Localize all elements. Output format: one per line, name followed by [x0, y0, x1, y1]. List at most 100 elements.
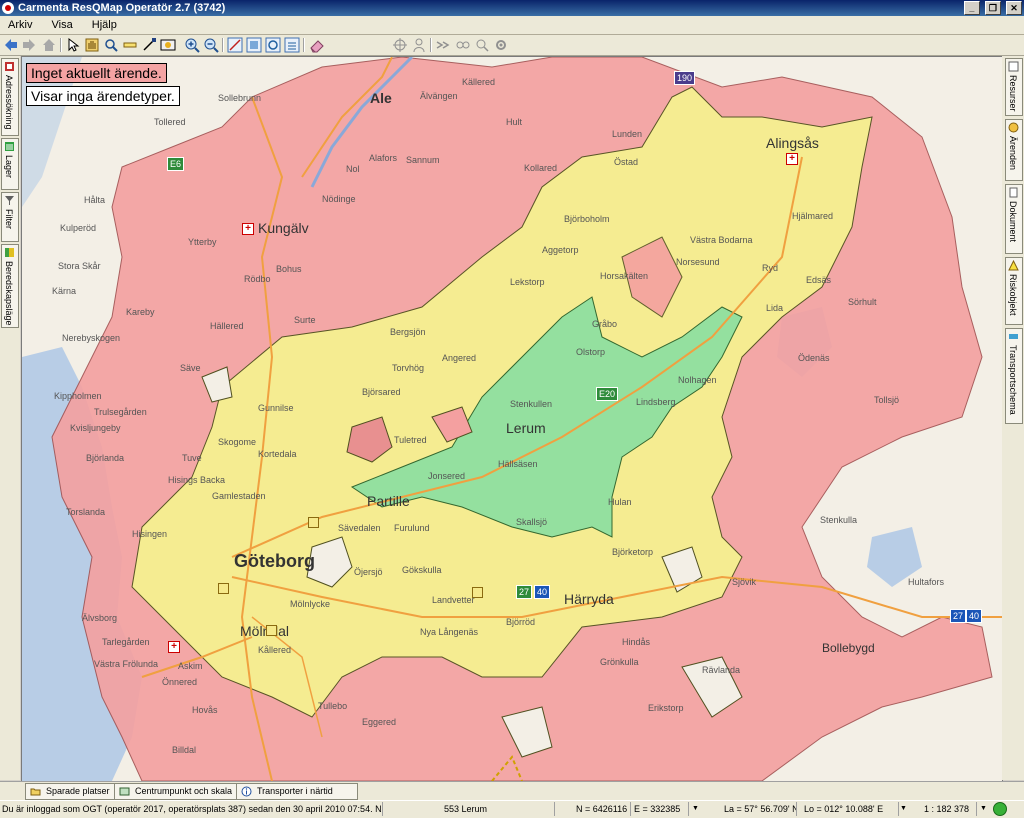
zoom-area-icon[interactable]	[103, 37, 119, 53]
place-label: Hult	[506, 117, 523, 127]
close-icon[interactable]: ✕	[1006, 1, 1022, 15]
place-label: Hålta	[84, 195, 106, 205]
tab-filter[interactable]: Filter	[1, 192, 19, 242]
resource-search-icon[interactable]	[474, 37, 490, 53]
layers-icon	[5, 142, 14, 151]
tab-risk-objects[interactable]: Riskobjekt	[1005, 257, 1023, 325]
restore-icon[interactable]: ❐	[984, 1, 1001, 15]
place-label: Stenkullen	[510, 399, 553, 409]
settings-icon[interactable]	[493, 37, 509, 53]
place-label: Gråbo	[592, 319, 618, 329]
hospital-icon[interactable]: +	[242, 223, 254, 235]
city-label-partille: Partille	[367, 493, 410, 509]
tab-center-and-scale[interactable]: Centrumpunkt och skala	[114, 783, 248, 800]
route-icon[interactable]	[435, 37, 451, 53]
place-label: Sjövik	[732, 577, 757, 587]
place-label: Trulsegården	[94, 407, 147, 417]
tab-filter-label: Filter	[4, 209, 14, 229]
menu-arkiv[interactable]: Arkiv	[0, 16, 40, 34]
place-label: Surte	[294, 315, 316, 325]
road-shield-icon: 40	[534, 585, 551, 599]
place-label: Hjälmared	[792, 211, 834, 221]
resources-icon	[1008, 61, 1019, 72]
person-search-icon[interactable]	[411, 37, 427, 53]
zoom-in-icon[interactable]	[184, 37, 200, 53]
rescue-station-icon[interactable]	[472, 587, 483, 598]
tab-preparedness[interactable]: Beredskapsläge	[1, 244, 19, 328]
right-panel-tabs: Resurser Ärenden Dokument Riskobjekt Tra…	[1002, 56, 1024, 780]
place-label: Kvisljungeby	[70, 423, 121, 433]
place-label: Furulund	[394, 523, 430, 533]
place-label: Horsakälten	[600, 271, 649, 281]
tab-documents[interactable]: Dokument	[1005, 184, 1023, 254]
city-label-alingsas: Alingsås	[766, 135, 819, 151]
transport-icon	[1009, 334, 1018, 339]
map-canvas[interactable]: Inget aktuellt ärende. Visar inga ärende…	[21, 56, 1003, 782]
pointer-icon[interactable]	[65, 37, 81, 53]
tab-resources[interactable]: Resurser	[1005, 58, 1023, 116]
place-label: Ryd	[762, 263, 779, 273]
track-icon[interactable]	[455, 37, 471, 53]
tab-address-search[interactable]: Adressökning	[1, 58, 19, 136]
coordinate-dropdown-icon[interactable]: ▼	[692, 803, 699, 814]
place-label: Hällsäsen	[498, 459, 538, 469]
scale-dropdown-icon[interactable]: ▼	[980, 803, 987, 814]
refresh-map-icon[interactable]	[265, 37, 281, 53]
place-label: Björboholm	[564, 214, 610, 224]
tab-cases[interactable]: Ärenden	[1005, 119, 1023, 181]
target-icon[interactable]	[392, 37, 408, 53]
draw-line-icon[interactable]	[227, 37, 243, 53]
place-label: Hovås	[192, 705, 218, 715]
place-label: Kippholmen	[54, 391, 102, 401]
back-arrow-icon[interactable]	[3, 37, 19, 53]
home-icon[interactable]	[41, 37, 57, 53]
place-label: Jonsered	[428, 471, 466, 481]
info-icon[interactable]	[160, 37, 176, 53]
place-label: Älvsborg	[82, 613, 118, 623]
place-label: Björlanda	[86, 453, 125, 463]
latlon-dropdown-icon[interactable]: ▼	[900, 803, 907, 814]
map-view-icon[interactable]	[246, 37, 262, 53]
place-label: Aggetorp	[542, 245, 579, 255]
east-coordinate: E = 332385	[634, 802, 689, 816]
minimize-icon[interactable]: _	[963, 1, 980, 15]
measure-icon[interactable]	[122, 37, 138, 53]
hospital-icon[interactable]: +	[786, 153, 798, 165]
place-label: Bohus	[276, 264, 302, 274]
city-label-ale: Ale	[370, 90, 392, 106]
tab-address-search-label: Adressökning	[4, 75, 14, 130]
menu-bar: Arkiv Visa Hjälp	[0, 16, 1024, 35]
place-label: Gökskulla	[402, 565, 442, 575]
menu-visa[interactable]: Visa	[44, 16, 81, 34]
place-label: Torslanda	[66, 507, 106, 517]
place-label: Nol	[346, 164, 360, 174]
window-titlebar: Carmenta ResQMap Operatör 2.7 (3742) _ ❐…	[0, 0, 1024, 16]
toolbar-separator	[60, 38, 62, 52]
place-label: Olstorp	[576, 347, 606, 357]
menu-hjalp[interactable]: Hjälp	[84, 16, 125, 34]
city-label-harryda: Härryda	[564, 591, 614, 607]
place-label: Erikstorp	[648, 703, 684, 713]
place-label: Önnered	[162, 677, 198, 687]
tab-layers[interactable]: Lager	[1, 138, 19, 190]
rescue-station-icon[interactable]	[308, 517, 319, 528]
forward-arrow-icon[interactable]	[21, 37, 37, 53]
place-label: Ödenäs	[798, 353, 830, 363]
rescue-station-icon[interactable]	[218, 583, 229, 594]
place-label: Bergsjön	[390, 327, 426, 337]
tab-layers-label: Lager	[4, 155, 14, 179]
bottom-tabs: Sparade platser Centrumpunkt och skala T…	[0, 781, 1024, 800]
place-label: Grönkulla	[600, 657, 639, 667]
rescue-station-icon[interactable]	[266, 625, 277, 636]
eraser-icon[interactable]	[309, 37, 325, 53]
city-label-goteborg: Göteborg	[234, 551, 315, 571]
place-label: Älvängen	[420, 91, 458, 101]
map-layers-icon[interactable]	[284, 37, 300, 53]
tab-transport-schedule[interactable]: Transportschema	[1005, 328, 1023, 424]
tab-saved-places-label: Sparade platser	[46, 786, 110, 796]
tab-recent-transports[interactable]: Transporter i närtid	[236, 783, 358, 800]
hospital-icon[interactable]: +	[168, 641, 180, 653]
pan-hand-icon[interactable]	[84, 37, 100, 53]
position-icon[interactable]	[141, 37, 157, 53]
zoom-out-icon[interactable]	[203, 37, 219, 53]
